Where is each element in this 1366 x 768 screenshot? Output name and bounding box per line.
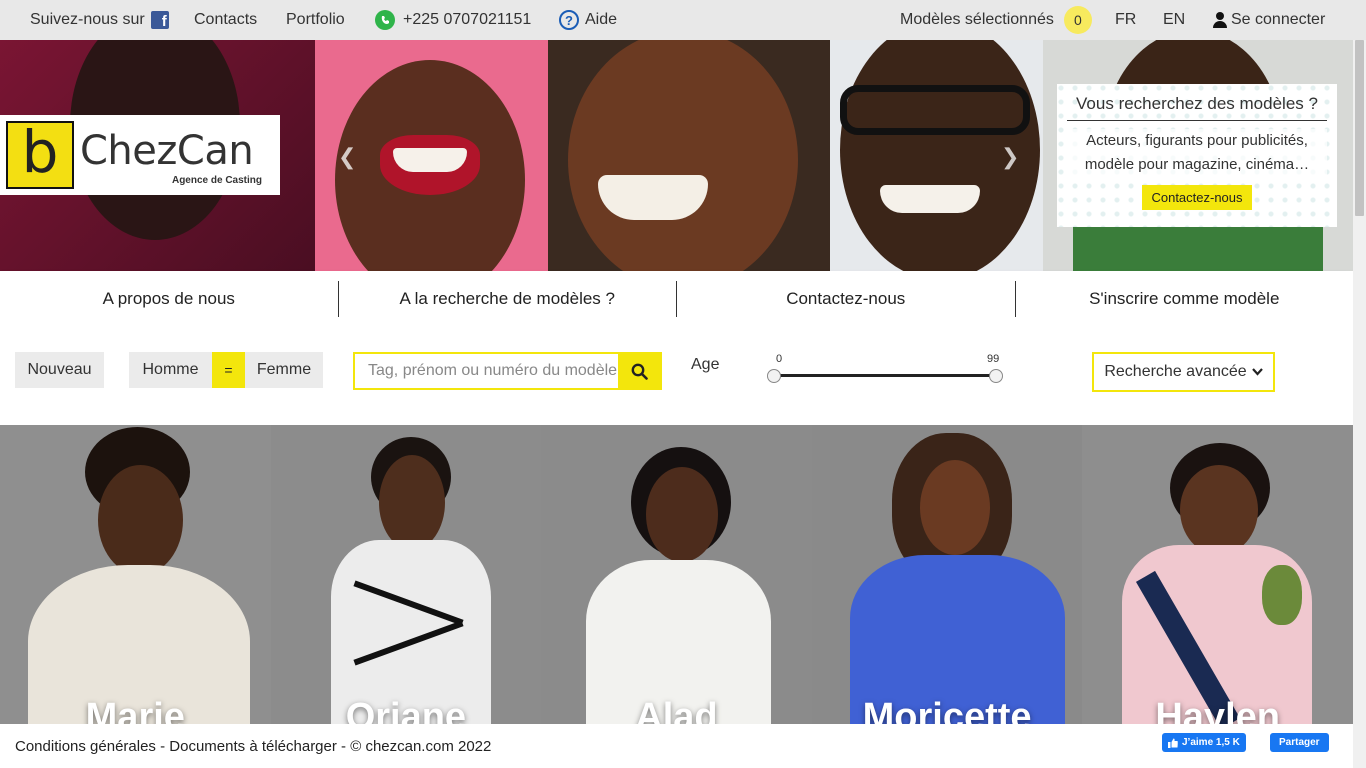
new-filter-button[interactable]: Nouveau <box>15 352 104 388</box>
model-name: Alad <box>635 696 718 725</box>
page-scrollbar[interactable] <box>1353 40 1366 768</box>
model-card[interactable]: Moricette <box>811 425 1083 725</box>
logo-tagline: Agence de Casting <box>171 175 262 186</box>
login-link[interactable]: Se connecter <box>1213 11 1325 29</box>
documents-link[interactable]: Documents à télécharger <box>169 738 337 755</box>
nav-looking-for-models[interactable]: A la recherche de modèles ? <box>337 281 677 317</box>
model-card[interactable]: Oriane <box>270 425 542 725</box>
model-card[interactable]: Haylen <box>1082 425 1353 725</box>
age-slider-track[interactable] <box>773 374 996 377</box>
login-label: Se connecter <box>1231 11 1326 28</box>
follow-label: Suivez-nous sur <box>30 11 145 28</box>
advanced-search-label: Recherche avancée <box>1104 363 1247 380</box>
promo-title: Vous recherchez des modèles ? <box>1067 94 1327 121</box>
facebook-like-label: J’aime 1,5 K <box>1182 737 1240 748</box>
selected-count-badge: 0 <box>1063 6 1092 34</box>
selected-models-label: Modèles sélectionnés <box>900 11 1054 28</box>
advanced-search-dropdown[interactable]: Recherche avancée <box>1092 352 1275 392</box>
lang-fr-link[interactable]: FR <box>1115 11 1136 29</box>
search-icon <box>631 363 648 380</box>
model-name: Oriane <box>345 696 467 725</box>
filter-bar: Nouveau Homme = Femme Age 0 99 Recherche… <box>0 327 1353 425</box>
search-input[interactable] <box>355 354 618 388</box>
help-label: Aide <box>585 11 618 28</box>
search-box <box>353 352 662 390</box>
follow-us-link[interactable]: Suivez-nous sur f <box>30 11 169 29</box>
scrollbar-thumb[interactable] <box>1355 40 1364 216</box>
thumbs-up-icon <box>1168 738 1178 748</box>
phone-number: +225 0707021151 <box>403 11 532 28</box>
model-name: Marie <box>85 696 185 725</box>
logo-name: ChezCan <box>80 128 254 174</box>
logo-mark: b <box>6 121 74 189</box>
brand-logo[interactable]: b ChezCan Agence de Casting <box>0 115 280 195</box>
age-max-value: 99 <box>987 353 1000 365</box>
footer-separator: - <box>155 737 170 755</box>
help-link[interactable]: ? Aide <box>559 10 617 30</box>
hero-carousel: b ChezCan Agence de Casting ❮ ❯ Vous rec… <box>0 40 1353 271</box>
nav-register-model[interactable]: S'inscrire comme modèle <box>1014 281 1354 317</box>
model-name: Moricette <box>862 696 1032 725</box>
copyright-text: © chezcan.com 2022 <box>350 737 492 755</box>
portfolio-link[interactable]: Portfolio <box>286 11 345 29</box>
facebook-like-button[interactable]: J’aime 1,5 K <box>1162 733 1246 752</box>
promo-contact-button[interactable]: Contactez-nous <box>1142 185 1252 210</box>
nav-contact[interactable]: Contactez-nous <box>676 281 1015 317</box>
help-icon: ? <box>559 10 579 30</box>
footer-separator: - <box>336 737 351 755</box>
gender-both-toggle[interactable]: = <box>212 352 245 388</box>
conditions-link[interactable]: Conditions générales <box>15 738 156 755</box>
hero-photo-3 <box>548 40 830 271</box>
user-icon <box>1213 12 1227 28</box>
age-label: Age <box>691 356 720 373</box>
glasses-shape <box>840 85 1030 135</box>
chevron-right-icon[interactable]: ❯ <box>1001 145 1019 170</box>
female-filter-button[interactable]: Femme <box>245 352 323 388</box>
contacts-link[interactable]: Contacts <box>194 11 257 29</box>
age-slider-max-handle[interactable] <box>989 369 1003 383</box>
model-name: Haylen <box>1155 696 1280 725</box>
promo-text: Acteurs, figurants pour publicités, modè… <box>1067 129 1327 177</box>
facebook-share-button[interactable]: Partager <box>1270 733 1329 752</box>
chevron-left-icon[interactable]: ❮ <box>338 145 356 170</box>
facebook-icon[interactable]: f <box>150 11 169 29</box>
search-button[interactable] <box>618 354 660 388</box>
model-card[interactable]: Marie <box>0 425 271 725</box>
age-slider-min-handle[interactable] <box>767 369 781 383</box>
lang-en-link[interactable]: EN <box>1163 11 1185 29</box>
nav-about[interactable]: A propos de nous <box>0 281 338 317</box>
top-bar: Suivez-nous sur f Contacts Portfolio +22… <box>0 0 1366 40</box>
footer: Conditions générales - Documents à téléc… <box>0 724 1353 768</box>
whatsapp-icon <box>375 10 395 30</box>
chevron-down-icon <box>1251 368 1263 376</box>
age-min-value: 0 <box>776 353 783 365</box>
male-filter-button[interactable]: Homme <box>129 352 212 388</box>
phone-link[interactable]: +225 0707021151 <box>375 10 531 30</box>
model-card[interactable]: Alad <box>541 425 812 725</box>
selected-models-link[interactable]: Modèles sélectionnés 0 <box>900 6 1092 34</box>
main-nav: A propos de nous A la recherche de modèl… <box>0 271 1353 327</box>
promo-box: Vous recherchez des modèles ? Acteurs, f… <box>1057 84 1337 227</box>
models-grid: Marie Oriane Alad Moricette Haylen <box>0 425 1353 725</box>
